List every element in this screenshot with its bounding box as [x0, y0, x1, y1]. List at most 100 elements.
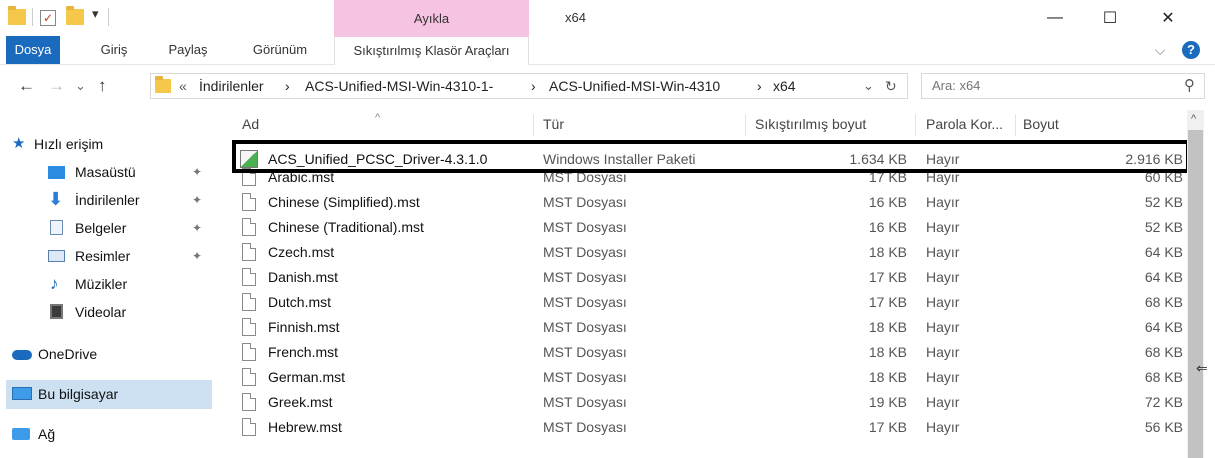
file-icon — [242, 193, 256, 211]
scroll-up-arrow-icon[interactable]: ^ — [1191, 110, 1196, 128]
recent-locations-button[interactable]: ⌄ — [75, 74, 86, 98]
file-row[interactable]: Dutch.mst MST Dosyası 17 KB Hayır 68 KB — [225, 290, 1185, 314]
file-name: French.mst — [268, 344, 339, 360]
nav-network[interactable]: Ağ — [0, 420, 215, 448]
address-bar[interactable]: « İndirilenler › ACS-Unified-MSI-Win-431… — [150, 73, 908, 99]
properties-icon[interactable]: ✓ — [40, 10, 56, 26]
column-header-name[interactable]: Ad — [242, 110, 259, 138]
nav-item-pictures[interactable]: Resimler ✦ — [0, 242, 215, 270]
breadcrumb-indirilenler[interactable]: İndirilenler — [199, 74, 264, 98]
maximize-button[interactable]: ☐ — [1087, 0, 1133, 36]
pin-icon[interactable]: ✦ — [192, 242, 202, 270]
back-button[interactable]: ← — [18, 74, 35, 98]
file-icon — [242, 368, 256, 386]
ribbon-expand-chevron-icon[interactable]: ⌵ — [1150, 36, 1170, 64]
help-icon[interactable]: ? — [1182, 41, 1200, 59]
column-divider[interactable] — [915, 114, 916, 136]
nav-item-videos[interactable]: Videolar — [0, 298, 215, 326]
file-compressed-size: 18 KB — [868, 369, 907, 385]
search-icon[interactable]: ⚲ — [1184, 74, 1195, 98]
nav-onedrive[interactable]: OneDrive — [0, 340, 215, 368]
new-folder-icon[interactable] — [66, 6, 84, 25]
file-compressed-size: 17 KB — [868, 269, 907, 285]
file-icon — [242, 393, 256, 411]
breadcrumb-separator[interactable]: › — [531, 74, 536, 98]
file-size: 52 KB — [1144, 219, 1183, 235]
breadcrumb-msi[interactable]: ACS-Unified-MSI-Win-4310 — [549, 74, 720, 98]
column-divider[interactable] — [745, 114, 746, 136]
file-password-protected: Hayır — [926, 369, 960, 385]
quick-access-customize-icon[interactable]: ▾ — [92, 6, 99, 22]
close-button[interactable]: ✕ — [1145, 0, 1191, 36]
address-dropdown-icon[interactable]: ⌄ — [863, 74, 874, 98]
file-name: Danish.mst — [268, 269, 339, 285]
tab-paylas[interactable]: Paylaş — [162, 36, 214, 64]
scroll-thumb[interactable] — [1188, 130, 1203, 458]
file-row[interactable]: German.mst MST Dosyası 18 KB Hayır 68 KB — [225, 365, 1185, 389]
music-icon: ♪ — [50, 274, 59, 293]
file-row[interactable]: French.mst MST Dosyası 18 KB Hayır 68 KB — [225, 340, 1185, 364]
column-header-size[interactable]: Boyut — [1023, 110, 1059, 138]
tab-dosya[interactable]: Dosya — [6, 36, 60, 64]
nav-label: Hızlı erişim — [34, 136, 104, 152]
pin-icon[interactable]: ✦ — [192, 214, 202, 242]
nav-item-documents[interactable]: Belgeler ✦ — [0, 214, 215, 242]
nav-item-downloads[interactable]: ⬇ İndirilenler ✦ — [0, 186, 215, 214]
search-input[interactable] — [932, 74, 1162, 98]
column-divider[interactable] — [533, 114, 534, 136]
download-icon: ⬇ — [48, 189, 64, 209]
tab-giris[interactable]: Giriş — [90, 36, 138, 64]
breadcrumb-msi-1[interactable]: ACS-Unified-MSI-Win-4310-1- — [305, 74, 493, 98]
nav-label: İndirilenler — [75, 192, 140, 208]
nav-quick-access[interactable]: ★ Hızlı erişim — [0, 130, 215, 158]
nav-item-desktop[interactable]: Masaüstü ✦ — [0, 158, 215, 186]
file-icon — [242, 243, 256, 261]
file-icon — [242, 418, 256, 436]
file-row[interactable]: Chinese (Traditional).mst MST Dosyası 16 K… — [225, 215, 1185, 239]
column-header-type[interactable]: Tür — [543, 110, 564, 138]
file-row[interactable]: Hebrew.mst MST Dosyası 17 KB Hayır 56 KB — [225, 415, 1185, 439]
breadcrumb-separator[interactable]: › — [757, 74, 762, 98]
network-icon — [12, 428, 30, 440]
column-divider[interactable] — [1015, 114, 1016, 136]
file-row[interactable]: Finnish.mst MST Dosyası 18 KB Hayır 64 KB — [225, 315, 1185, 339]
up-button[interactable]: ↑ — [98, 74, 107, 98]
file-compressed-size: 17 KB — [868, 419, 907, 435]
minimize-button[interactable]: — — [1032, 0, 1078, 36]
window-title: x64 — [565, 10, 586, 25]
sort-ascending-icon: ^ — [375, 112, 381, 124]
column-header-password[interactable]: Parola Kor... — [926, 110, 1003, 138]
file-name: Chinese (Traditional).mst — [268, 219, 424, 235]
file-type: MST Dosyası — [543, 269, 627, 285]
refresh-icon[interactable]: ↻ — [885, 74, 897, 98]
nav-item-music[interactable]: ♪ Müzikler — [0, 270, 215, 298]
file-size: 56 KB — [1144, 419, 1183, 435]
breadcrumb-separator[interactable]: › — [285, 74, 290, 98]
forward-button[interactable]: → — [48, 74, 65, 98]
file-compressed-size: 18 KB — [868, 319, 907, 335]
column-header-compressed-size[interactable]: Sıkıştırılmış boyut — [755, 110, 866, 138]
file-row[interactable]: Danish.mst MST Dosyası 17 KB Hayır 64 KB — [225, 265, 1185, 289]
tab-gorunum[interactable]: Görünüm — [240, 36, 320, 64]
file-name: Finnish.mst — [268, 319, 340, 335]
pin-icon[interactable]: ✦ — [192, 158, 202, 186]
videos-icon — [50, 304, 63, 319]
search-box[interactable]: ⚲ — [921, 73, 1205, 99]
file-size: 52 KB — [1144, 194, 1183, 210]
file-password-protected: Hayır — [926, 319, 960, 335]
tab-compressed-folder-tools[interactable]: Sıkıştırılmış Klasör Araçları — [334, 36, 529, 65]
highlight-annotation — [232, 140, 1190, 173]
breadcrumb-x64[interactable]: x64 — [773, 74, 796, 98]
file-size: 68 KB — [1144, 344, 1183, 360]
file-row[interactable]: Greek.mst MST Dosyası 19 KB Hayır 72 KB — [225, 390, 1185, 414]
file-type: MST Dosyası — [543, 294, 627, 310]
pin-icon[interactable]: ✦ — [192, 186, 202, 214]
file-name: Chinese (Simplified).mst — [268, 194, 420, 210]
nav-this-pc[interactable]: Bu bilgisayar — [6, 380, 212, 409]
file-name: Czech.mst — [268, 244, 335, 260]
file-row[interactable]: Czech.mst MST Dosyası 18 KB Hayır 64 KB — [225, 240, 1185, 264]
vertical-scrollbar[interactable]: ^ — [1187, 110, 1204, 458]
breadcrumb-overflow[interactable]: « — [179, 74, 187, 98]
file-row[interactable]: Chinese (Simplified).mst MST Dosyası 16 KB… — [225, 190, 1185, 214]
file-name: Greek.mst — [268, 394, 333, 410]
